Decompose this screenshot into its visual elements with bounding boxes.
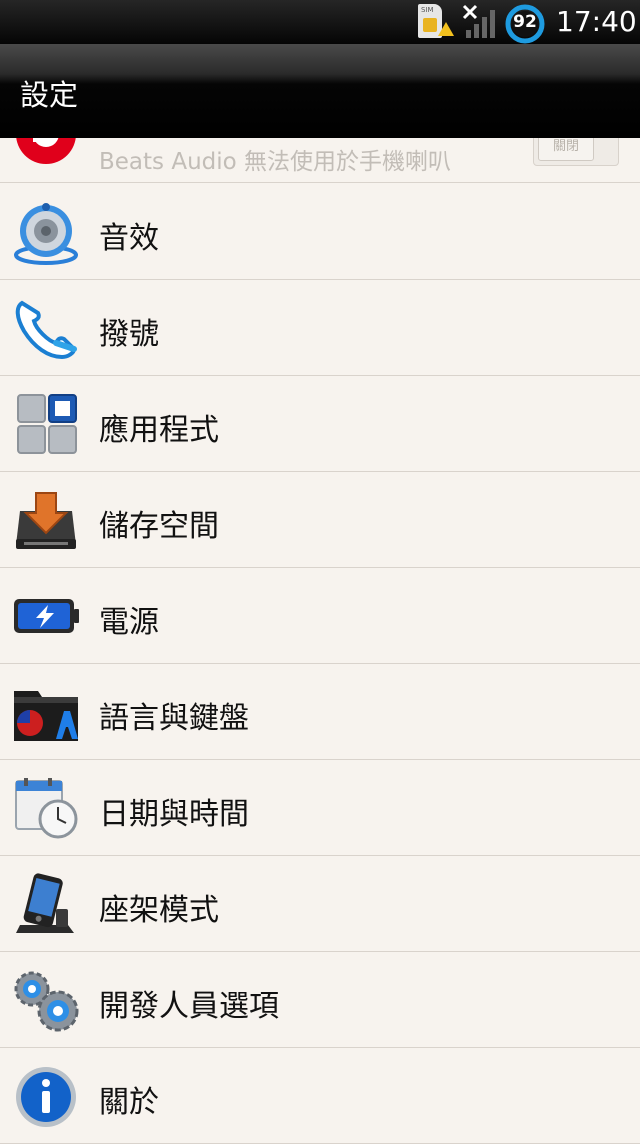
settings-item-language[interactable]: 語言與鍵盤 bbox=[0, 663, 640, 760]
info-icon bbox=[16, 1067, 76, 1127]
phone-icon bbox=[15, 300, 77, 360]
settings-item-label: 開發人員選項 bbox=[99, 989, 279, 1024]
settings-item-label: 電源 bbox=[99, 605, 159, 640]
apps-grid-icon bbox=[17, 394, 77, 454]
settings-item-label: 語言與鍵盤 bbox=[99, 701, 249, 736]
settings-item-label: 關於 bbox=[99, 1085, 159, 1120]
calendar-clock-icon bbox=[15, 778, 78, 839]
warning-icon bbox=[438, 22, 454, 36]
settings-item-developer[interactable]: 開發人員選項 bbox=[0, 951, 640, 1048]
speaker-icon bbox=[14, 203, 78, 265]
status-bar: SIM 92 17:40 bbox=[0, 0, 640, 44]
settings-item-dialer[interactable]: 撥號 bbox=[0, 279, 640, 376]
page-title: 設定 bbox=[20, 78, 79, 112]
settings-item-label: 儲存空間 bbox=[99, 509, 219, 544]
no-signal-icon bbox=[462, 4, 495, 38]
language-keyboard-icon bbox=[14, 691, 78, 741]
settings-item-datetime[interactable]: 日期與時間 bbox=[0, 759, 640, 856]
battery-power-icon bbox=[14, 599, 79, 633]
settings-item-label: 應用程式 bbox=[99, 413, 219, 448]
settings-item-apps[interactable]: 應用程式 bbox=[0, 375, 640, 472]
gears-icon bbox=[14, 971, 79, 1032]
settings-item-label: 座架模式 bbox=[99, 893, 219, 928]
settings-item-power[interactable]: 電源 bbox=[0, 567, 640, 664]
sim-label: SIM bbox=[421, 6, 434, 14]
battery-level: 92 bbox=[513, 12, 537, 32]
settings-item-label: 音效 bbox=[99, 221, 159, 256]
action-bar: 設定 bbox=[0, 44, 640, 138]
status-clock: 17:40 bbox=[556, 5, 637, 38]
settings-item-about[interactable]: 關於 bbox=[0, 1047, 640, 1144]
storage-icon bbox=[16, 492, 76, 549]
settings-item-storage[interactable]: 儲存空間 bbox=[0, 471, 640, 568]
settings-item-label: 撥號 bbox=[99, 317, 159, 352]
settings-item-dock[interactable]: 座架模式 bbox=[0, 855, 640, 952]
dock-icon bbox=[16, 873, 74, 933]
settings-item-label: 日期與時間 bbox=[99, 797, 249, 832]
beats-description: Beats Audio 無法使用於手機喇叭 bbox=[99, 149, 452, 175]
settings-item-sound[interactable]: 音效 bbox=[0, 183, 640, 280]
